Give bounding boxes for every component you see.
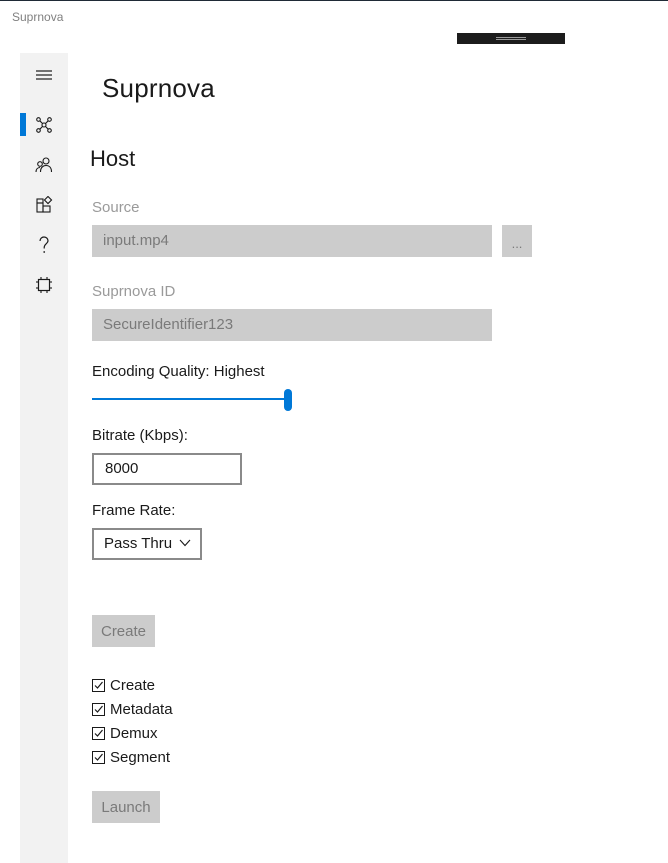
window-top-border <box>0 0 668 1</box>
launch-button[interactable]: Launch <box>92 791 160 823</box>
frame-rate-selected-value: Pass Thru <box>104 535 173 552</box>
network-nodes-icon <box>36 117 52 133</box>
grip-line <box>496 37 526 38</box>
frame-rate-dropdown[interactable]: Pass Thru <box>92 528 202 560</box>
checkbox[interactable] <box>92 702 105 716</box>
suprnova-id-label: Suprnova ID <box>92 283 176 300</box>
package-icon <box>36 196 53 213</box>
checkmark-icon <box>94 681 103 689</box>
step-checkbox-segment[interactable]: Segment <box>92 747 170 767</box>
window-title: Suprnova <box>12 10 64 24</box>
chevron-down-icon <box>179 539 191 547</box>
nav-item-help[interactable] <box>20 225 68 265</box>
browse-button[interactable]: ... <box>502 225 532 257</box>
checkbox[interactable] <box>92 726 105 740</box>
checkmark-icon <box>94 729 103 737</box>
navigation-pane <box>20 53 68 863</box>
drag-handle[interactable] <box>457 33 565 44</box>
source-input[interactable]: input.mp4 <box>92 225 492 257</box>
help-question-icon <box>39 236 49 253</box>
grip-line <box>496 39 526 40</box>
nav-item-host[interactable] <box>20 105 68 145</box>
hamburger-menu-button[interactable] <box>20 55 68 95</box>
checkmark-icon <box>94 705 103 713</box>
nav-item-people[interactable] <box>20 145 68 185</box>
hamburger-menu-icon <box>36 70 52 80</box>
suprnova-id-input[interactable]: SecureIdentifier123 <box>92 309 492 341</box>
step-checkbox-create[interactable]: Create <box>92 675 155 695</box>
create-button[interactable]: Create <box>92 615 155 647</box>
checkbox-label: Segment <box>110 748 171 766</box>
nav-item-packages[interactable] <box>20 185 68 225</box>
app-title: Suprnova <box>102 73 215 103</box>
step-checkbox-demux[interactable]: Demux <box>92 723 158 743</box>
encoding-quality-label: Encoding Quality: Highest <box>92 363 265 380</box>
checkmark-icon <box>94 753 103 761</box>
source-label: Source <box>92 199 140 216</box>
selection-indicator <box>20 113 26 136</box>
page-title: Host <box>90 146 136 171</box>
bitrate-label: Bitrate (Kbps): <box>92 427 188 444</box>
checkbox-label: Create <box>110 676 156 694</box>
encoding-quality-slider-thumb[interactable] <box>284 389 292 411</box>
checkbox[interactable] <box>92 678 105 692</box>
checkbox-label: Metadata <box>110 700 173 718</box>
bitrate-input[interactable]: 8000 <box>92 453 242 485</box>
nav-item-hardware[interactable] <box>20 265 68 305</box>
step-checkbox-metadata[interactable]: Metadata <box>92 699 173 719</box>
chip-icon <box>36 277 52 293</box>
checkbox-label: Demux <box>110 724 158 742</box>
frame-rate-label: Frame Rate: <box>92 502 176 519</box>
checkbox[interactable] <box>92 750 105 764</box>
people-icon <box>35 157 53 173</box>
encoding-quality-slider-track[interactable] <box>92 398 288 400</box>
